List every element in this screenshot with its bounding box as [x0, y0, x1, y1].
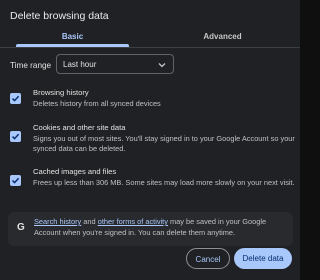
cookies-checkbox[interactable]: [10, 131, 21, 142]
delete-browsing-data-dialog: Delete browsing data Basic Advanced Time…: [0, 0, 300, 280]
time-range-select[interactable]: Last hour: [56, 54, 174, 74]
cancel-button[interactable]: Cancel: [186, 248, 230, 269]
info-text-mid: and: [81, 217, 98, 226]
browsing-history-description: Deletes history from all synced devices: [33, 99, 161, 108]
checkmark-icon: [11, 95, 20, 102]
cookies-description: Signs you out of most sites. You'll stay…: [33, 134, 295, 153]
search-history-link[interactable]: Search history: [34, 217, 81, 226]
cached-images-description: Frees up less than 306 MB. Some sites ma…: [33, 178, 295, 187]
info-text: Search history and other forms of activi…: [34, 216, 289, 238]
dialog-title: Delete browsing data: [10, 10, 109, 22]
option-cached-images: Cached images and files Frees up less th…: [10, 167, 295, 202]
time-range-label: Time range: [10, 61, 52, 70]
chevron-down-icon: [158, 63, 166, 68]
google-icon: G: [17, 222, 25, 233]
time-range-value: Last hour: [63, 60, 97, 69]
tab-advanced[interactable]: Advanced: [150, 28, 295, 47]
cached-images-checkbox[interactable]: [10, 175, 21, 186]
option-browsing-history: Browsing history Deletes history from al…: [10, 88, 295, 112]
selected-tab-indicator: [16, 44, 129, 47]
delete-data-button[interactable]: Delete data: [234, 248, 292, 269]
cookies-title: Cookies and other site data: [33, 123, 126, 132]
checkmark-icon: [11, 133, 20, 140]
checkmark-icon: [11, 177, 20, 184]
google-activity-info: G Search history and other forms of acti…: [8, 212, 293, 246]
cached-images-title: Cached images and files: [33, 167, 117, 176]
option-cookies: Cookies and other site data Signs you ou…: [10, 123, 295, 158]
browsing-history-title: Browsing history: [33, 88, 89, 97]
other-activity-link[interactable]: other forms of activity: [98, 217, 168, 226]
browsing-history-checkbox[interactable]: [10, 93, 21, 104]
